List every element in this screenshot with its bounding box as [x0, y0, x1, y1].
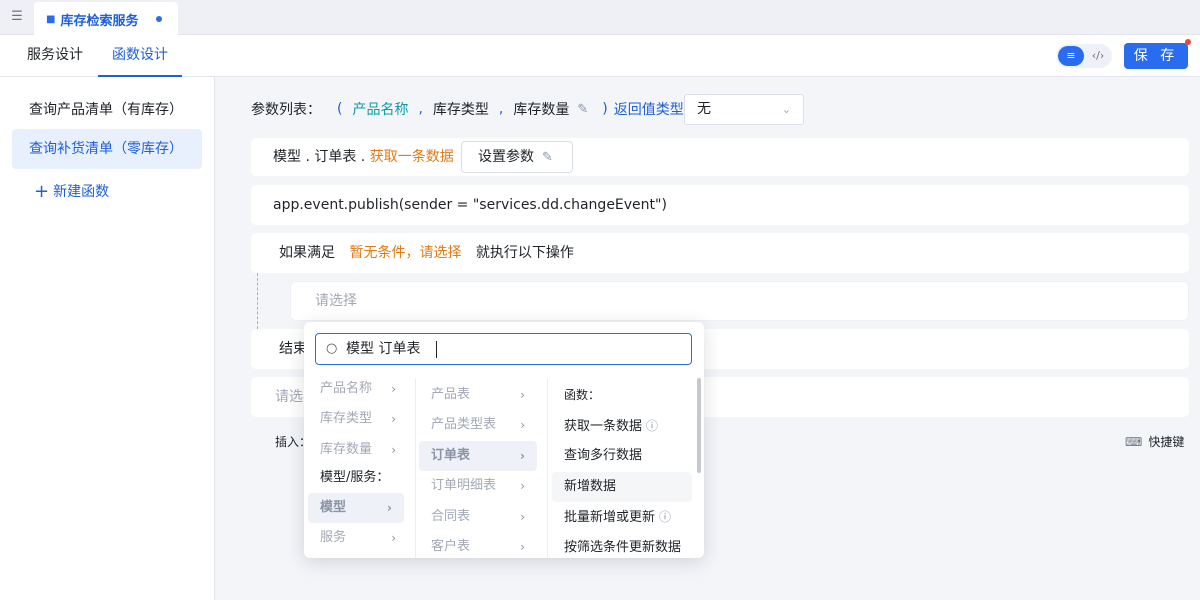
- code-icon[interactable]: ‹/›: [1086, 46, 1110, 66]
- file-tab[interactable]: ■ 库存检索服务: [34, 2, 178, 36]
- col1-item-product-name[interactable]: 产品名称 ›: [320, 374, 408, 404]
- unsaved-dot: [156, 16, 162, 22]
- column-divider: [547, 378, 548, 558]
- param-stock-type[interactable]: 库存类型: [433, 99, 489, 119]
- inner-step-card[interactable]: 请选择: [290, 281, 1189, 321]
- shortcut-label: 快捷键: [1148, 435, 1185, 449]
- col1-item-stock-qty[interactable]: 库存数量 ›: [320, 435, 408, 465]
- comma: ,: [418, 101, 423, 117]
- fn-batch-upsert[interactable]: 批量新增或更新 ⓘ: [564, 502, 694, 532]
- notification-badge: [1185, 39, 1191, 45]
- new-step-placeholder: 请选: [275, 389, 303, 405]
- shortcut-button[interactable]: ⌨ 快捷键: [1125, 433, 1184, 450]
- fn-query-rows[interactable]: 查询多行数据: [564, 441, 694, 471]
- if-condition[interactable]: 暂无条件，请选择: [349, 245, 461, 261]
- sidebar-toggle-icon[interactable]: ☰: [8, 9, 26, 25]
- keyboard-icon: ⌨: [1125, 435, 1143, 449]
- chevron-right-icon: ›: [520, 479, 525, 493]
- col1-item-service[interactable]: 服务 ›: [320, 523, 408, 553]
- selector-popup: ○ 模型 订单表 产品名称 › 库存类型 › 库存数量 › 模型/服务： 模型 › 服务…: [304, 322, 704, 558]
- set-params-label: 设置参数: [478, 149, 534, 165]
- function-sidebar: 查询产品清单（有库存） 查询补货清单（零库存） + 新建函数: [0, 77, 215, 600]
- chevron-right-icon: ›: [391, 443, 396, 457]
- model-path: 模型 . 订单表 .: [273, 149, 366, 165]
- col1-item-model[interactable]: 模型 ›: [308, 493, 404, 523]
- set-params-button[interactable]: 设置参数 ✎: [461, 141, 573, 173]
- new-function-button[interactable]: + 新建函数: [34, 181, 109, 202]
- code-line: app.event.publish(sender = "services.dd.…: [273, 197, 667, 213]
- chevron-down-icon: ⌄: [781, 103, 791, 116]
- database-icon: ■: [46, 13, 56, 25]
- end-label: 结束: [279, 341, 307, 357]
- col2-item-contract-table[interactable]: 合同表 ›: [431, 502, 537, 532]
- open-paren: (: [337, 101, 343, 117]
- sidebar-item-restock-list[interactable]: 查询补货清单（零库存）: [12, 129, 202, 169]
- new-function-label: 新建函数: [53, 184, 110, 200]
- edit-icon[interactable]: ✎: [577, 102, 588, 117]
- settings-icon[interactable]: ≡: [1058, 46, 1084, 66]
- tab-function-design[interactable]: 函数设计: [98, 35, 182, 77]
- scrollbar-thumb[interactable]: [697, 378, 701, 473]
- col2-item-order-detail-table[interactable]: 订单明细表 ›: [431, 471, 537, 501]
- inner-placeholder: 请选择: [315, 293, 357, 309]
- return-type-value: 无: [697, 101, 711, 117]
- text-caret: [436, 341, 437, 358]
- col2-item-product-type-table[interactable]: 产品类型表 ›: [431, 410, 537, 440]
- model-call: 模型 . 订单表 . 获取一条数据: [273, 138, 454, 176]
- tab-title: 库存检索服务: [60, 13, 139, 29]
- col1-item-stock-type[interactable]: 库存类型 ›: [320, 404, 408, 434]
- fn-update-by-filter[interactable]: 按筛选条件更新数据: [564, 533, 698, 563]
- col2-item-order-table[interactable]: 订单表 ›: [419, 441, 537, 471]
- tab-service-design[interactable]: 服务设计: [27, 35, 83, 77]
- chevron-right-icon: ›: [387, 501, 392, 515]
- chevron-right-icon: ›: [520, 418, 525, 432]
- col2-item-customer-table[interactable]: 客户表 ›: [431, 532, 537, 562]
- search-value: 模型 订单表: [346, 341, 421, 357]
- col2-item-product-table[interactable]: 产品表 ›: [431, 380, 537, 410]
- sub-header: 服务设计 函数设计: [0, 35, 1200, 77]
- info-icon[interactable]: ⓘ: [659, 510, 671, 524]
- params-label: 参数列表：: [251, 102, 321, 118]
- params-row: 参数列表： ( 产品名称 , 库存类型 , 库存数量 ✎ ) 返回值类型: [251, 94, 684, 124]
- search-input[interactable]: ○ 模型 订单表: [315, 333, 692, 365]
- param-stock-qty[interactable]: 库存数量: [513, 99, 569, 119]
- column-divider: [415, 378, 416, 558]
- col1-group-header: 模型/服务：: [320, 470, 390, 485]
- info-icon[interactable]: ⓘ: [646, 419, 658, 433]
- plus-icon: +: [34, 181, 50, 202]
- model-step-card[interactable]: 模型 . 订单表 . 获取一条数据 设置参数 ✎: [251, 138, 1189, 176]
- close-paren: ): [602, 101, 608, 117]
- chevron-right-icon: ›: [520, 388, 525, 402]
- edit-icon: ✎: [542, 150, 553, 165]
- chevron-right-icon: ›: [391, 531, 396, 545]
- chevron-right-icon: ›: [520, 449, 525, 463]
- fn-get-one[interactable]: 获取一条数据 ⓘ: [564, 411, 694, 441]
- fn-insert-data[interactable]: 新增数据: [552, 472, 692, 502]
- chevron-right-icon: ›: [520, 540, 525, 554]
- chevron-right-icon: ›: [391, 412, 396, 426]
- if-statement: 如果满足 暂无条件，请选择 就执行以下操作: [279, 233, 574, 273]
- if-label: 如果满足: [279, 245, 335, 261]
- param-product-name[interactable]: 产品名称: [352, 99, 408, 119]
- save-button[interactable]: 保 存: [1124, 43, 1188, 69]
- branch-line: [257, 273, 258, 329]
- chevron-right-icon: ›: [391, 382, 396, 396]
- model-function[interactable]: 获取一条数据: [370, 149, 454, 165]
- comma: ,: [498, 101, 504, 117]
- if-then-label: 就执行以下操作: [475, 245, 574, 261]
- tab-strip: ☰ ■ 库存检索服务: [0, 0, 1200, 36]
- return-type-select[interactable]: 无 ⌄: [684, 94, 804, 125]
- col3-header: 函数：: [564, 388, 601, 402]
- if-step-card[interactable]: 如果满足 暂无条件，请选择 就执行以下操作: [251, 233, 1189, 273]
- view-toggle[interactable]: ≡ ‹/›: [1056, 44, 1112, 68]
- code-step-card[interactable]: app.event.publish(sender = "services.dd.…: [251, 185, 1189, 225]
- search-icon: ○: [326, 341, 338, 356]
- sidebar-item-product-list[interactable]: 查询产品清单（有库存）: [12, 90, 202, 130]
- return-type-label: 返回值类型: [613, 102, 684, 118]
- chevron-right-icon: ›: [520, 510, 525, 524]
